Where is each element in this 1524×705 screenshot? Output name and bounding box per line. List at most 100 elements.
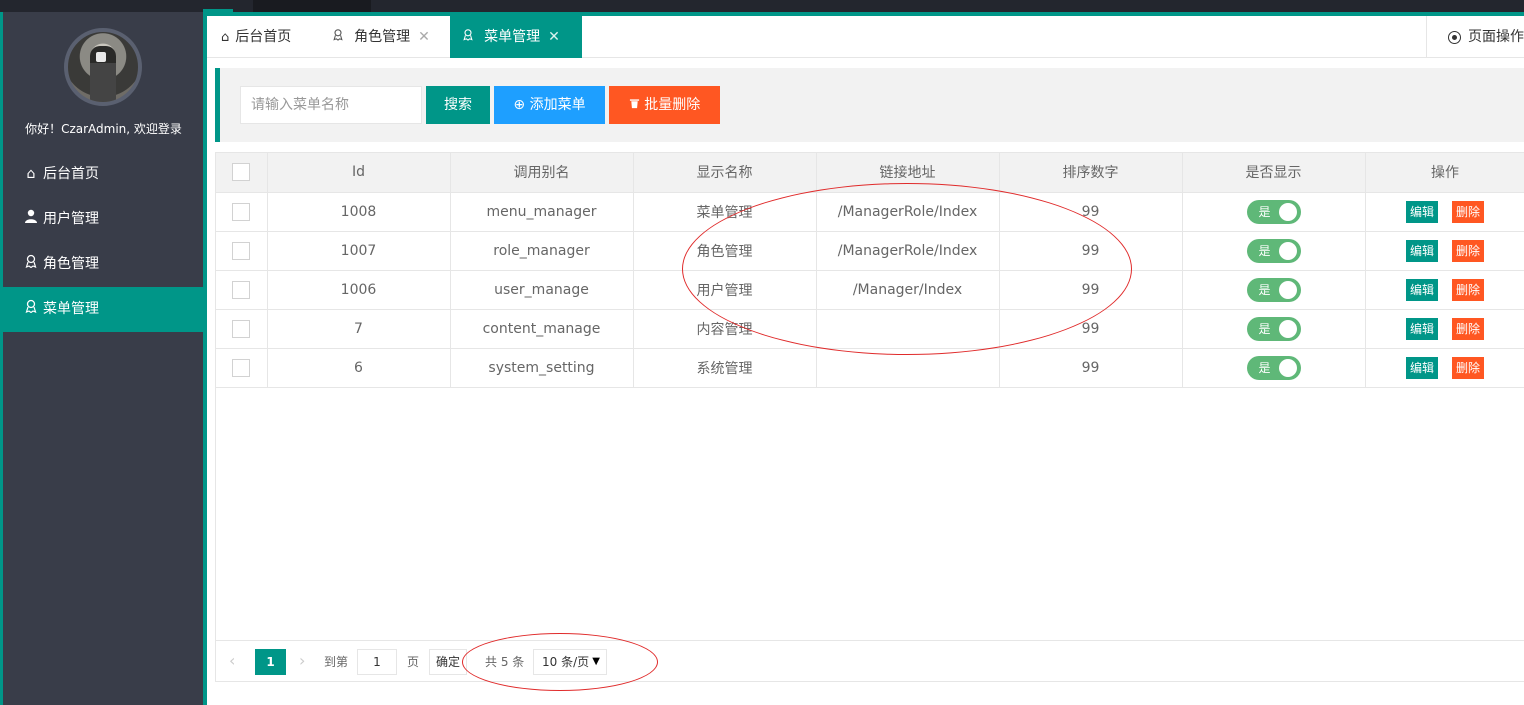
cell-id: 7 (267, 309, 451, 349)
sidebar-item-users[interactable]: 用户管理 (3, 197, 203, 242)
cell-name: 用户管理 (633, 270, 817, 310)
page-operations-label: 页面操作 (1468, 29, 1524, 45)
home-icon: ⌂ (26, 166, 36, 182)
delete-button[interactable]: 删除 (1452, 317, 1485, 340)
sidebar-item-label: 角色管理 (43, 256, 99, 272)
search-toolbar: 搜索 ⊕ 添加菜单 批量删除 (215, 68, 1524, 142)
menu-icon (462, 29, 478, 45)
cell-alias: content_manage (450, 309, 634, 349)
show-toggle[interactable]: 是 (1246, 277, 1301, 302)
edit-button[interactable]: 编辑 (1405, 317, 1438, 340)
row-checkbox[interactable] (232, 358, 251, 377)
column-header[interactable]: 操作 (1365, 153, 1524, 193)
batch-delete-button[interactable]: 批量删除 (609, 86, 720, 124)
sidebar-item-label: 用户管理 (43, 211, 99, 227)
tab-label: 菜单管理 (484, 29, 541, 45)
user-icon (23, 197, 39, 242)
show-toggle[interactable]: 是 (1246, 238, 1301, 263)
edit-button[interactable]: 编辑 (1405, 278, 1438, 301)
cell-name: 菜单管理 (633, 192, 817, 232)
cell-url: /ManagerRole/Index (816, 231, 1000, 271)
current-page-button[interactable]: 1 (255, 649, 286, 675)
show-toggle[interactable]: 是 (1246, 355, 1301, 380)
top-header (0, 0, 1524, 12)
delete-button[interactable]: 删除 (1452, 278, 1485, 301)
column-header[interactable]: Id (267, 153, 451, 193)
cell-alias: menu_manager (450, 192, 634, 232)
cell-url: /Manager/Index (816, 270, 1000, 310)
show-toggle[interactable]: 是 (1246, 316, 1301, 341)
cell-sort: 99 (999, 231, 1183, 271)
row-checkbox[interactable] (232, 202, 251, 221)
radio-dot-icon (1448, 31, 1461, 44)
tab-bar: ⌂ 后台首页 角色管理 ✕ 菜单管理 ✕ 页面操作 (207, 12, 1524, 58)
tab-home[interactable]: ⌂ 后台首页 (209, 16, 303, 58)
page-operations-menu[interactable]: 页面操作 (1426, 16, 1524, 58)
sidebar-item-roles[interactable]: 角色管理 (3, 242, 203, 287)
trash-icon (629, 97, 644, 113)
table-row: 6 system_setting 系统管理 99 是 编辑 删除 (216, 348, 1524, 388)
table-header: Id 调用别名 显示名称 链接地址 排序数字 是否显示 操作 (216, 153, 1524, 193)
column-header[interactable]: 显示名称 (633, 153, 817, 193)
add-menu-button[interactable]: ⊕ 添加菜单 (494, 86, 605, 124)
column-header[interactable]: 链接地址 (816, 153, 1000, 193)
table-row: 1006 user_manage 用户管理 /Manager/Index 99 … (216, 270, 1524, 310)
avatar[interactable] (64, 28, 142, 106)
select-all-checkbox[interactable] (232, 163, 251, 182)
close-icon[interactable]: ✕ (548, 29, 560, 45)
prev-page-icon[interactable]: ‹ (229, 651, 235, 670)
row-checkbox[interactable] (232, 241, 251, 260)
sidebar: 你好！CzarAdmin, 欢迎登录 ⌂ 后台首页 用户管理 角色管理 菜单管理 (0, 12, 207, 705)
delete-button[interactable]: 删除 (1452, 239, 1485, 262)
cell-alias: user_manage (450, 270, 634, 310)
table-row: 7 content_manage 内容管理 99 是 编辑 删除 (216, 309, 1524, 349)
show-toggle[interactable]: 是 (1246, 199, 1301, 224)
header-nav-active[interactable] (253, 0, 371, 12)
edit-button[interactable]: 编辑 (1405, 239, 1438, 262)
cell-name: 角色管理 (633, 231, 817, 271)
sidebar-item-menus[interactable]: 菜单管理 (3, 287, 203, 332)
tab-roles[interactable]: 角色管理 ✕ (320, 16, 442, 58)
menu-table: Id 调用别名 显示名称 链接地址 排序数字 是否显示 操作 1008 menu… (215, 152, 1524, 682)
delete-button[interactable]: 删除 (1452, 356, 1485, 379)
close-icon[interactable]: ✕ (418, 29, 430, 45)
home-icon: ⌂ (221, 30, 230, 45)
role-icon (23, 242, 39, 287)
tab-menus[interactable]: 菜单管理 ✕ (450, 16, 582, 58)
goto-label: 到第 (324, 655, 349, 669)
tab-label: 角色管理 (354, 29, 411, 45)
column-header[interactable]: 是否显示 (1182, 153, 1366, 193)
cell-id: 6 (267, 348, 451, 388)
cell-sort: 99 (999, 192, 1183, 232)
search-button[interactable]: 搜索 (426, 86, 490, 124)
sidebar-right-edge (203, 12, 207, 705)
cell-alias: system_setting (450, 348, 634, 388)
search-input[interactable] (240, 86, 422, 124)
goto-page-input[interactable]: 1 (357, 649, 397, 675)
cell-url: /ManagerRole/Index (816, 192, 1000, 232)
add-circle-icon: ⊕ (513, 97, 526, 113)
cell-id: 1006 (267, 270, 451, 310)
sidebar-left-edge (0, 12, 3, 705)
sidebar-item-home[interactable]: ⌂ 后台首页 (3, 152, 203, 197)
delete-button[interactable]: 删除 (1452, 200, 1485, 223)
row-checkbox[interactable] (232, 319, 251, 338)
menu-icon (23, 287, 39, 332)
goto-confirm-button[interactable]: 确定 (429, 649, 467, 675)
cell-sort: 99 (999, 270, 1183, 310)
caret-down-icon: ▼ (592, 656, 600, 667)
table-row: 1008 menu_manager 菜单管理 /ManagerRole/Inde… (216, 192, 1524, 232)
sidebar-item-label: 后台首页 (43, 166, 99, 182)
edit-button[interactable]: 编辑 (1405, 200, 1438, 223)
row-checkbox[interactable] (232, 280, 251, 299)
page-size-select[interactable]: 10 条/页 ▼ (533, 649, 607, 675)
next-page-icon[interactable]: › (299, 651, 305, 670)
role-icon (332, 29, 348, 45)
total-count: 共 5 条 (485, 655, 525, 669)
edit-button[interactable]: 编辑 (1405, 356, 1438, 379)
column-header[interactable]: 排序数字 (999, 153, 1183, 193)
cell-name: 系统管理 (633, 348, 817, 388)
cell-name: 内容管理 (633, 309, 817, 349)
column-header[interactable]: 调用别名 (450, 153, 634, 193)
table-row: 1007 role_manager 角色管理 /ManagerRole/Inde… (216, 231, 1524, 271)
